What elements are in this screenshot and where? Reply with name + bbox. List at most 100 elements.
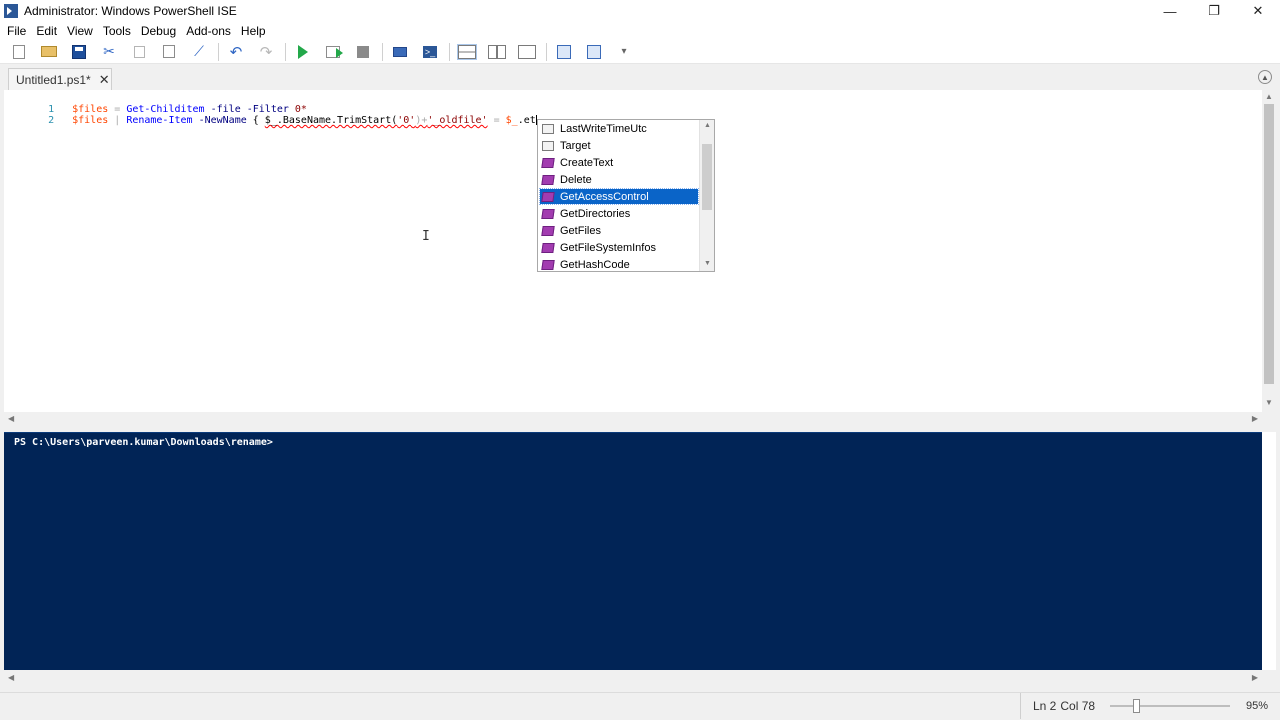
cut-button[interactable]: ✂: [98, 42, 120, 62]
console-horizontal-scrollbar[interactable]: ◀ ▶: [4, 670, 1262, 686]
console-pane[interactable]: PS C:\Users\parveen.kumar\Downloads\rena…: [4, 432, 1262, 670]
start-powershell-button[interactable]: >_: [419, 42, 441, 62]
show-command-addon-button[interactable]: [583, 42, 605, 62]
menu-view[interactable]: View: [62, 24, 98, 38]
scroll-up-icon[interactable]: ▲: [704, 122, 711, 129]
toolbar-separator: [546, 42, 547, 61]
intellisense-item[interactable]: Target: [540, 138, 698, 153]
collapse-script-pane-icon[interactable]: ▲: [1258, 70, 1272, 84]
scroll-left-icon[interactable]: ◀: [8, 673, 14, 682]
clear-console-button[interactable]: ⟋: [188, 42, 210, 62]
minimize-button[interactable]: —: [1148, 0, 1192, 22]
code-line: 1 $files = Get-Childitem -file -Filter 0*: [4, 93, 307, 115]
tab-untitled1[interactable]: Untitled1.ps1* ✕: [8, 68, 112, 90]
remote-powershell-button[interactable]: [389, 42, 411, 62]
scroll-up-icon[interactable]: ▲: [1265, 92, 1273, 101]
zoom-slider[interactable]: [1110, 705, 1230, 707]
intellisense-popup: LastWriteTimeUtc Target CreateText Delet…: [537, 119, 715, 272]
intellisense-item-label: GetAccessControl: [560, 190, 649, 203]
intellisense-item[interactable]: GetFileSystemInfos: [540, 240, 698, 255]
method-icon: [541, 191, 555, 202]
cursor-position: Ln 2 Col 78: [1020, 693, 1099, 719]
status-bar: Ln 2 Col 78 95%: [0, 692, 1280, 720]
intellisense-item[interactable]: LastWriteTimeUtc: [540, 121, 698, 136]
menu-debug[interactable]: Debug: [136, 24, 181, 38]
code-token-variable: $files: [72, 115, 109, 126]
menu-help[interactable]: Help: [236, 24, 271, 38]
run-selection-button[interactable]: [322, 42, 344, 62]
intellisense-item[interactable]: Delete: [540, 172, 698, 187]
scroll-down-icon[interactable]: ▼: [1265, 398, 1273, 407]
restore-button[interactable]: ❐: [1192, 0, 1236, 22]
console-vertical-scrollbar[interactable]: [1262, 432, 1276, 670]
scrollbar-thumb[interactable]: [1264, 104, 1274, 384]
code-token-command: Rename-Item: [126, 115, 193, 126]
menu-edit[interactable]: Edit: [31, 24, 62, 38]
code-token-operator: =: [487, 115, 506, 126]
command-addon-icon: [587, 44, 601, 59]
intellisense-item[interactable]: GetHashCode: [540, 257, 698, 272]
menu-tools[interactable]: Tools: [98, 24, 136, 38]
close-window-button[interactable]: ✕: [1236, 0, 1280, 22]
layout-maximized-button[interactable]: [516, 42, 538, 62]
run-script-button[interactable]: [292, 42, 314, 62]
code-token-string: '0': [397, 115, 416, 126]
title-bar: Administrator: Windows PowerShell ISE — …: [0, 0, 1280, 22]
open-folder-icon: [41, 46, 57, 57]
method-icon: [541, 174, 555, 185]
remote-tab-icon: [393, 46, 407, 57]
show-command-window-button[interactable]: [553, 42, 575, 62]
stop-button[interactable]: [352, 42, 374, 62]
paste-button[interactable]: [158, 42, 180, 62]
layout-right-icon: [488, 44, 506, 59]
toolbar-overflow-button[interactable]: ▾: [613, 42, 635, 62]
scroll-right-icon[interactable]: ▶: [1252, 414, 1258, 423]
editor-horizontal-scrollbar[interactable]: ◀ ▶: [4, 412, 1262, 426]
intellisense-item[interactable]: GetFiles: [540, 223, 698, 238]
menu-file[interactable]: File: [2, 24, 31, 38]
layout-right-button[interactable]: [486, 42, 508, 62]
paste-icon: [163, 45, 175, 58]
zoom-slider-thumb[interactable]: [1133, 699, 1140, 713]
code-token-operator: )+: [415, 115, 428, 126]
save-script-button[interactable]: [68, 42, 90, 62]
layout-top-icon: [457, 43, 477, 60]
layout-maximized-icon: [518, 44, 536, 59]
scroll-right-icon[interactable]: ▶: [1252, 673, 1258, 682]
intellisense-item[interactable]: GetDirectories: [540, 206, 698, 221]
copy-button[interactable]: [128, 42, 150, 62]
redo-button[interactable]: ↷: [255, 42, 277, 62]
run-icon: [298, 44, 308, 59]
intellisense-item-label: GetHashCode: [560, 258, 630, 271]
property-icon: [542, 123, 554, 134]
code-token-pipe: |: [108, 115, 127, 126]
code-line: 2 $files | Rename-Item -NewName { $_.Base…: [4, 104, 537, 126]
editor-vertical-scrollbar[interactable]: ▲ ▼: [1262, 90, 1276, 412]
overflow-icon: ▾: [621, 46, 627, 57]
console-prompt: PS C:\Users\parveen.kumar\Downloads\rena…: [14, 437, 273, 448]
scroll-down-icon[interactable]: ▼: [704, 260, 711, 267]
redo-icon: ↷: [259, 43, 273, 61]
intellisense-item-label: GetDirectories: [560, 207, 631, 220]
new-script-button[interactable]: [8, 42, 30, 62]
code-token-parameter: -NewName: [192, 115, 247, 126]
intellisense-item-selected[interactable]: GetAccessControl: [539, 188, 699, 205]
menu-bar: File Edit View Tools Debug Add-ons Help: [0, 22, 1280, 40]
intellisense-item[interactable]: CreateText: [540, 155, 698, 170]
intellisense-item-label: Target: [560, 139, 591, 152]
run-selection-icon: [326, 45, 343, 58]
zoom-level: 95%: [1246, 700, 1269, 712]
intellisense-scrollbar[interactable]: ▲ ▼: [699, 120, 714, 271]
layout-top-button[interactable]: [456, 42, 478, 62]
open-script-button[interactable]: [38, 42, 60, 62]
close-tab-icon[interactable]: ✕: [99, 72, 110, 88]
menu-addons[interactable]: Add-ons: [181, 24, 236, 38]
scrollbar-thumb[interactable]: [702, 144, 712, 210]
intellisense-item-label: GetFiles: [560, 224, 601, 237]
intellisense-item-label: LastWriteTimeUtc: [560, 122, 647, 135]
toolbar-separator: [449, 42, 450, 61]
scroll-left-icon[interactable]: ◀: [8, 414, 14, 423]
method-icon: [541, 208, 555, 219]
property-icon: [542, 140, 554, 151]
undo-button[interactable]: ↶: [225, 42, 247, 62]
